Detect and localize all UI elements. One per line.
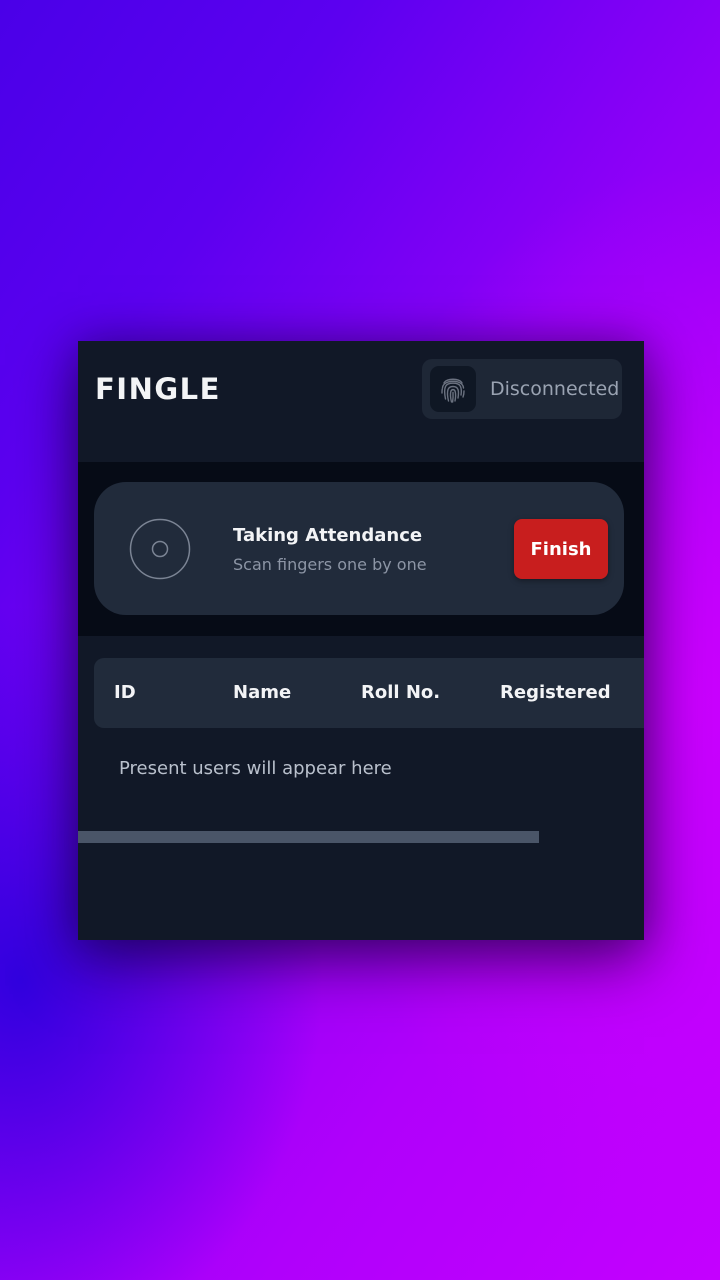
attendance-section: Taking Attendance Scan fingers one by on…: [78, 462, 644, 636]
fingerprint-icon: [430, 366, 476, 412]
attendance-title: Taking Attendance: [233, 525, 423, 546]
app-window: FINGLE Disconnected Taking Attendance Sc…: [78, 341, 644, 940]
column-header-registered[interactable]: Registered: [500, 682, 611, 703]
finish-button[interactable]: Finish: [514, 519, 608, 579]
column-header-id[interactable]: ID: [114, 682, 136, 703]
app-header: FINGLE Disconnected: [78, 341, 644, 462]
attendance-card: Taking Attendance Scan fingers one by on…: [94, 482, 624, 615]
attendance-table: ID Name Roll No. Registered Present user…: [78, 636, 644, 940]
column-header-roll-no[interactable]: Roll No.: [361, 682, 440, 703]
table-header: ID Name Roll No. Registered: [94, 658, 644, 728]
attendance-subtitle: Scan fingers one by one: [233, 555, 427, 574]
scrollbar-thumb[interactable]: [78, 831, 539, 843]
empty-state-message: Present users will appear here: [119, 758, 392, 779]
device-status-label: Disconnected: [490, 378, 620, 400]
app-title: FINGLE: [95, 372, 221, 406]
horizontal-scrollbar[interactable]: [78, 831, 644, 843]
scan-target-icon: [129, 518, 191, 580]
device-status[interactable]: Disconnected: [422, 359, 622, 419]
column-header-name[interactable]: Name: [233, 682, 291, 703]
